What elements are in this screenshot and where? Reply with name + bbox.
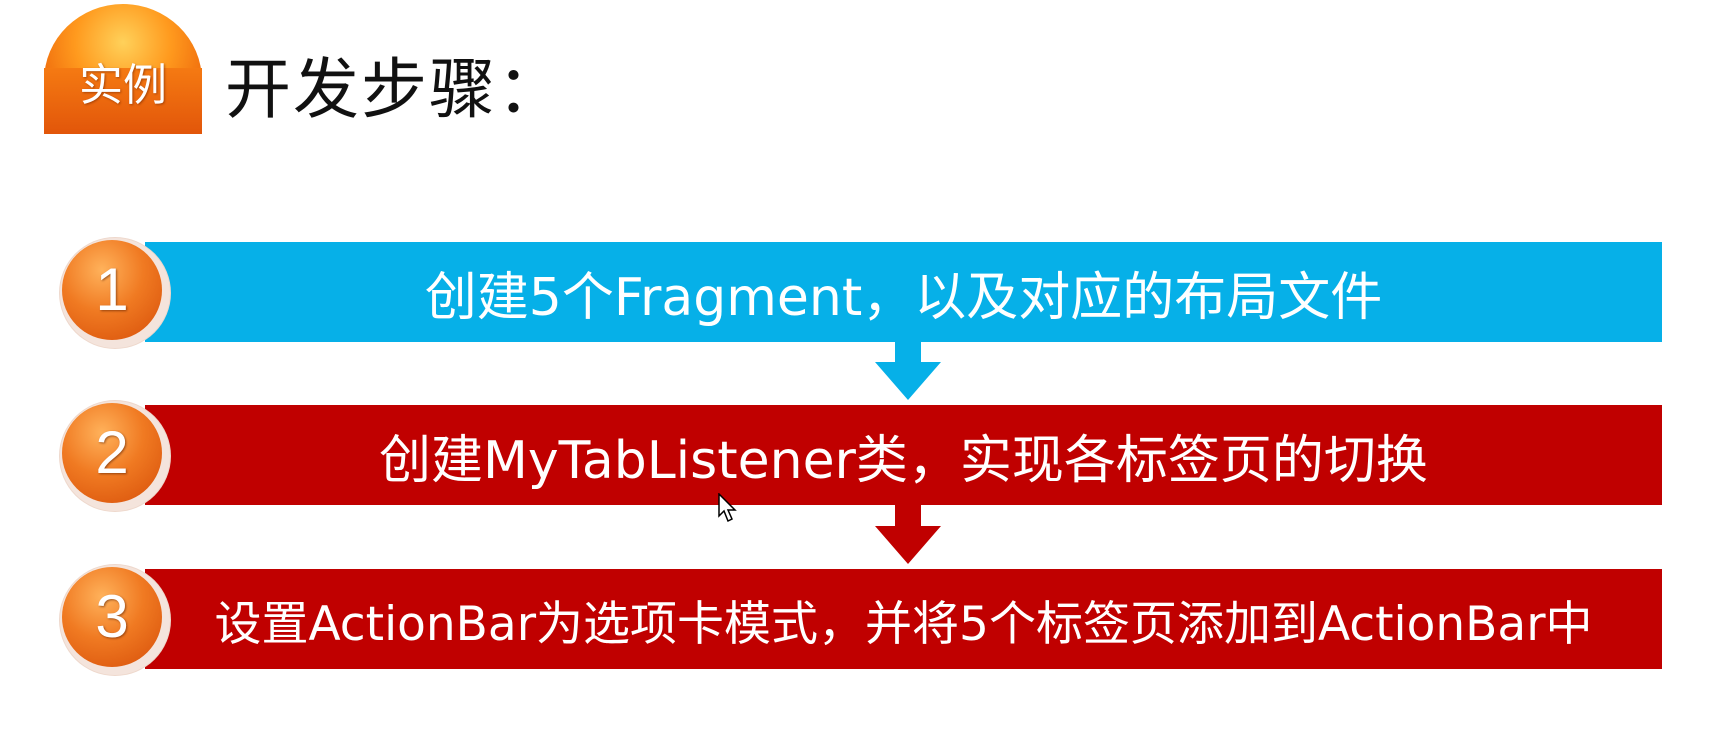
step-3-number-circle: 3 (60, 565, 170, 675)
slide: 实例 开发步骤： 创建5个Fragment，以及对应的布局文件 1 创建MyTa… (0, 0, 1725, 743)
step-2-number: 2 (62, 403, 162, 503)
step-1-number-circle: 1 (60, 238, 170, 348)
step-1-text: 创建5个Fragment，以及对应的布局文件 (424, 267, 1383, 328)
step-3-text: 设置ActionBar为选项卡模式，并将5个标签页添加到ActionBar中 (214, 596, 1593, 652)
badge-label: 实例 (79, 60, 167, 111)
step-2-number-circle: 2 (60, 401, 170, 511)
step-2-text: 创建MyTabListener类，实现各标签页的切换 (379, 430, 1428, 491)
arrow-down-icon (875, 338, 941, 400)
step-3-number: 3 (62, 567, 162, 667)
example-badge: 实例 (44, 4, 202, 134)
step-bar-2: 创建MyTabListener类，实现各标签页的切换 (145, 405, 1662, 505)
mouse-pointer-icon (718, 493, 737, 523)
step-bar-3: 设置ActionBar为选项卡模式，并将5个标签页添加到ActionBar中 (145, 569, 1662, 669)
page-title: 开发步骤： (225, 51, 565, 128)
step-bar-1: 创建5个Fragment，以及对应的布局文件 (145, 242, 1662, 342)
step-1-number: 1 (62, 240, 162, 340)
arrow-down-icon (875, 502, 941, 564)
